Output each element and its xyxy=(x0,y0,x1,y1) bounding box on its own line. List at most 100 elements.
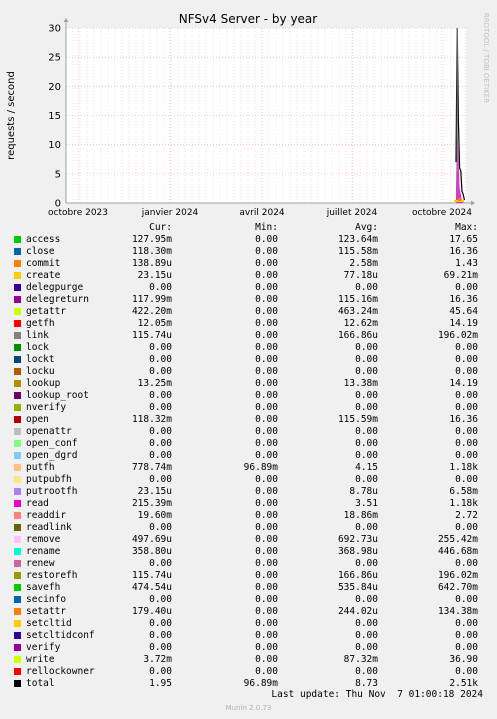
legend-value-cur: 0.00 xyxy=(149,594,172,605)
legend-value-min: 0.00 xyxy=(255,666,278,677)
legend-series-name: putpubfh xyxy=(26,474,72,485)
minor-series-base xyxy=(458,198,461,201)
legend-value-max: 0.00 xyxy=(455,402,478,413)
legend-value-cur: 23.15u xyxy=(137,270,172,281)
legend-swatch xyxy=(14,284,21,291)
legend-row-setcltidconf: setcltidconf 0.00 0.00 0.00 0.00 xyxy=(0,630,497,642)
legend-value-cur: 215.39m xyxy=(131,498,172,509)
legend-value-avg: 692.73u xyxy=(337,534,378,545)
legend-value-max: 0.00 xyxy=(455,282,478,293)
legend-value-min: 0.00 xyxy=(255,630,278,641)
legend-value-max: 0.00 xyxy=(455,354,478,365)
legend-value-cur: 0.00 xyxy=(149,366,172,377)
legend-swatch xyxy=(14,260,21,267)
legend-value-max: 45.64 xyxy=(449,306,478,317)
legend-value-min: 0.00 xyxy=(255,414,278,425)
last-update: Last update: Thu Nov 7 01:00:18 2024 xyxy=(271,689,483,700)
legend-value-avg: 368.98u xyxy=(337,546,378,557)
y-axis-arrow xyxy=(63,18,69,22)
legend-row-lookup: lookup 13.25m 0.00 13.38m 14.19 xyxy=(0,378,497,390)
legend-row-link: link 115.74u 0.00 166.86u 196.02m xyxy=(0,330,497,342)
y-tick-label: 15 xyxy=(48,111,61,122)
legend-value-avg: 12.62m xyxy=(343,318,378,329)
legend-series-name: delegreturn xyxy=(26,294,89,305)
legend-swatch xyxy=(14,584,21,591)
legend-value-cur: 12.05m xyxy=(137,318,172,329)
legend-series-name: getfh xyxy=(26,318,55,329)
legend-series-name: rename xyxy=(26,546,61,557)
legend-row-savefh: savefh 474.54u 0.00 535.84u 642.70m xyxy=(0,582,497,594)
legend-value-min: 0.00 xyxy=(255,546,278,557)
legend-row-setcltid: setcltid 0.00 0.00 0.00 0.00 xyxy=(0,618,497,630)
legend-value-min: 0.00 xyxy=(255,330,278,341)
legend-header-cur: Cur: xyxy=(149,222,172,233)
legend-value-max: 16.36 xyxy=(449,294,478,305)
legend-value-avg: 0.00 xyxy=(355,282,378,293)
legend-value-cur: 23.15u xyxy=(137,486,172,497)
legend-row-restorefh: restorefh 115.74u 0.00 166.86u 196.02m xyxy=(0,570,497,582)
legend-value-avg: 463.24m xyxy=(337,306,378,317)
legend-swatch xyxy=(14,620,21,627)
legend-series-name: lookup xyxy=(26,378,61,389)
chart-graph: 051015202530octobre 2023 janvier 2024 avri… xyxy=(6,12,490,218)
legend-row-renew: renew 0.00 0.00 0.00 0.00 xyxy=(0,558,497,570)
legend-value-cur: 0.00 xyxy=(149,354,172,365)
legend-value-cur: 497.69u xyxy=(131,534,172,545)
legend-swatch xyxy=(14,248,21,255)
legend-value-avg: 0.00 xyxy=(355,522,378,533)
legend-value-min: 0.00 xyxy=(255,534,278,545)
legend-value-avg: 0.00 xyxy=(355,342,378,353)
legend-swatch xyxy=(14,536,21,543)
legend-row-commit: commit 138.89u 0.00 2.58m 1.43 xyxy=(0,258,497,270)
legend-series-name: openattr xyxy=(26,426,72,437)
legend-value-avg: 115.59m xyxy=(337,414,378,425)
legend-value-min: 0.00 xyxy=(255,450,278,461)
legend-value-avg: 0.00 xyxy=(355,438,378,449)
legend-row-putfh: putfh 778.74m 96.89m 4.15 1.18k xyxy=(0,462,497,474)
legend-series-name: setattr xyxy=(26,606,67,617)
legend-value-avg: 535.84u xyxy=(337,582,378,593)
legend-value-avg: 166.86u xyxy=(337,330,378,341)
legend-swatch xyxy=(14,380,21,387)
legend-value-max: 6.58m xyxy=(449,486,478,497)
legend-value-min: 0.00 xyxy=(255,498,278,509)
legend-value-min: 0.00 xyxy=(255,366,278,377)
x-tick-label: octobre 2024 xyxy=(412,208,472,218)
legend-value-min: 0.00 xyxy=(255,582,278,593)
legend-value-min: 0.00 xyxy=(255,318,278,329)
legend-value-cur: 0.00 xyxy=(149,630,172,641)
legend-value-avg: 3.51 xyxy=(355,498,378,509)
legend-value-max: 0.00 xyxy=(455,390,478,401)
legend-value-max: 0.00 xyxy=(455,618,478,629)
legend-value-avg: 0.00 xyxy=(355,558,378,569)
legend-value-cur: 358.80u xyxy=(131,546,172,557)
legend-series-name: commit xyxy=(26,258,61,269)
legend-value-avg: 0.00 xyxy=(355,474,378,485)
legend-value-cur: 13.25m xyxy=(137,378,172,389)
legend-value-max: 196.02m xyxy=(437,330,478,341)
legend-row-putpubfh: putpubfh 0.00 0.00 0.00 0.00 xyxy=(0,474,497,486)
legend-value-cur: 0.00 xyxy=(149,474,172,485)
legend-row-remove: remove 497.69u 0.00 692.73u 255.42m xyxy=(0,534,497,546)
legend-value-avg: 87.32m xyxy=(343,654,378,665)
legend-value-min: 0.00 xyxy=(255,474,278,485)
legend-value-cur: 0.00 xyxy=(149,642,172,653)
legend-value-max: 196.02m xyxy=(437,570,478,581)
legend-value-max: 642.70m xyxy=(437,582,478,593)
legend-value-cur: 0.00 xyxy=(149,390,172,401)
legend-value-max: 1.18k xyxy=(449,462,478,473)
legend-series-name: open_conf xyxy=(26,438,78,449)
legend-value-min: 0.00 xyxy=(255,342,278,353)
legend-row-openattr: openattr 0.00 0.00 0.00 0.00 xyxy=(0,426,497,438)
legend-value-max: 0.00 xyxy=(455,558,478,569)
legend-value-avg: 0.00 xyxy=(355,642,378,653)
legend-value-max: 17.65 xyxy=(449,234,478,245)
legend-value-max: 255.42m xyxy=(437,534,478,545)
legend-value-max: 16.36 xyxy=(449,414,478,425)
legend-series-name: setcltid xyxy=(26,618,72,629)
legend-swatch xyxy=(14,548,21,555)
legend-value-avg: 18.86m xyxy=(343,510,378,521)
legend-value-max: 0.00 xyxy=(455,642,478,653)
legend-row-lockt: lockt 0.00 0.00 0.00 0.00 xyxy=(0,354,497,366)
legend-value-cur: 0.00 xyxy=(149,426,172,437)
